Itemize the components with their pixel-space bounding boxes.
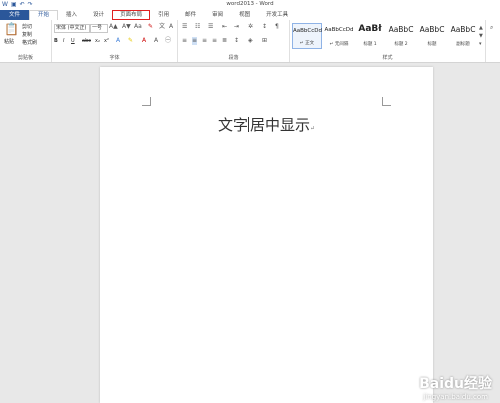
- style-name: 标题: [427, 42, 437, 47]
- margin-corner-top-right: [382, 97, 391, 106]
- paragraph-group-label: 段落: [228, 55, 239, 61]
- phonetic-icon[interactable]: 文: [159, 23, 165, 31]
- tab-insert[interactable]: 插入: [58, 10, 85, 20]
- change-case-icon[interactable]: Aa: [134, 23, 142, 31]
- subscript-button[interactable]: x₂: [95, 38, 100, 44]
- font-name-select[interactable]: 宋体 (中文正): [54, 24, 90, 33]
- tab-home[interactable]: 开始: [29, 10, 59, 20]
- enclose-char-icon[interactable]: ㊀: [165, 37, 171, 45]
- styles-group-label: 样式: [382, 55, 393, 61]
- document-page[interactable]: 文字 居中显示↵: [100, 67, 433, 403]
- styles-scroll-up-icon[interactable]: ▲: [479, 24, 483, 32]
- tab-page-layout[interactable]: 页面布局: [112, 10, 151, 20]
- tab-references[interactable]: 引用: [150, 10, 177, 20]
- editing-icon[interactable]: ⌕: [490, 24, 493, 32]
- style-preview: AaBbCcDd: [324, 27, 354, 33]
- show-marks-icon[interactable]: ¶: [275, 23, 279, 31]
- paste-button[interactable]: 粘贴: [4, 38, 14, 45]
- text-after-cursor: 居中显示: [249, 116, 310, 134]
- bold-button[interactable]: B: [54, 38, 58, 44]
- grow-font-icon[interactable]: A▲: [109, 23, 118, 31]
- chinese-layout-icon[interactable]: ✲: [248, 23, 253, 31]
- style-preview: AaBbC: [388, 25, 414, 34]
- tab-view[interactable]: 视图: [231, 10, 258, 20]
- bullets-icon[interactable]: ☰: [182, 23, 187, 31]
- sort-icon[interactable]: ↕: [262, 23, 267, 31]
- align-left-icon[interactable]: ≡: [182, 37, 187, 45]
- style-preview: AaBbC: [419, 25, 445, 34]
- line-spacing-icon[interactable]: ↕: [234, 37, 239, 45]
- shading-icon[interactable]: ◈: [248, 37, 253, 45]
- tab-review[interactable]: 审阅: [204, 10, 231, 20]
- style-no-spacing[interactable]: AaBbCcDd ↵ 无间隔: [324, 23, 354, 49]
- tab-mailings[interactable]: 邮件: [177, 10, 204, 20]
- increase-indent-icon[interactable]: ⇥: [234, 23, 239, 31]
- clipboard-group: 📋 粘贴 剪切 复制 格式刷 剪贴板: [0, 20, 52, 62]
- style-title[interactable]: AaBbC 标题: [417, 23, 447, 49]
- style-preview: AaBbC: [450, 25, 476, 34]
- numbering-icon[interactable]: ☷: [195, 23, 200, 31]
- paste-icon[interactable]: 📋: [4, 23, 19, 35]
- paragraph-group: ☰ ☷ ☰ ⇤ ⇥ ✲ ↕ ¶ ≡ ≡ ≡ ≡ ≣ ↕ ◈ ⊞ 段落: [178, 20, 290, 62]
- style-name: 副标题: [456, 42, 470, 47]
- char-shading-icon[interactable]: A: [154, 37, 158, 45]
- underline-button[interactable]: U: [71, 38, 75, 44]
- style-name: 标题 1: [363, 42, 377, 47]
- ribbon: 📋 粘贴 剪切 复制 格式刷 剪贴板 宋体 (中文正) 一号 A▲ A▼ Aa …: [0, 20, 500, 63]
- title-bar: W ▣ ↶ ↷ word2013 - Word: [0, 0, 500, 10]
- cut-button[interactable]: 剪切: [22, 23, 32, 30]
- document-text[interactable]: 文字 居中显示↵: [100, 114, 433, 135]
- tab-developer[interactable]: 开发工具: [258, 10, 296, 20]
- watermark-url: jingyan.baidu.com: [423, 393, 488, 401]
- style-name: ↵ 正文: [299, 41, 315, 46]
- decrease-indent-icon[interactable]: ⇤: [222, 23, 227, 31]
- distributed-icon[interactable]: ≣: [222, 37, 227, 45]
- window-title: word2013 - Word: [226, 1, 274, 7]
- font-group: 宋体 (中文正) 一号 A▲ A▼ Aa ✎ 文 A B I U abc x₂ …: [52, 20, 178, 62]
- ribbon-tabs: 文件 开始 插入 设计 页面布局 引用 邮件 审阅 视图 开发工具: [0, 10, 500, 20]
- watermark-logo: Baidu经验: [419, 376, 492, 392]
- text-before-cursor: 文字: [217, 116, 248, 134]
- copy-button[interactable]: 复制: [22, 31, 32, 38]
- font-color-icon[interactable]: A: [142, 37, 146, 45]
- tab-design[interactable]: 设计: [85, 10, 112, 20]
- justify-icon[interactable]: ≡: [212, 37, 217, 45]
- font-size-select[interactable]: 一号: [90, 24, 108, 33]
- style-normal[interactable]: AaBbCcDd ↵ 正文: [292, 23, 322, 49]
- style-preview: AaBbCcDd: [293, 28, 322, 34]
- paragraph-mark: ↵: [310, 125, 316, 132]
- style-heading-2[interactable]: AaBbC 标题 2: [386, 23, 416, 49]
- clear-format-icon[interactable]: ✎: [148, 23, 153, 31]
- styles-scroll-down-icon[interactable]: ▼: [479, 32, 483, 40]
- shrink-font-icon[interactable]: A▼: [122, 23, 131, 31]
- style-name: ↵ 无间隔: [329, 42, 349, 47]
- styles-more-icon[interactable]: ▾: [479, 40, 482, 48]
- style-subtitle[interactable]: AaBbC 副标题: [448, 23, 478, 49]
- tab-file[interactable]: 文件: [0, 10, 30, 20]
- borders-icon[interactable]: ⊞: [262, 37, 267, 45]
- multilevel-list-icon[interactable]: ☰: [208, 23, 213, 31]
- align-center-icon[interactable]: ≡: [192, 37, 198, 45]
- strikethrough-button[interactable]: abc: [82, 38, 91, 44]
- text-effects-icon[interactable]: A: [116, 37, 120, 45]
- style-name: 标题 2: [394, 42, 408, 47]
- margin-corner-top-left: [142, 97, 151, 106]
- style-heading-1[interactable]: AaBł 标题 1: [355, 23, 385, 49]
- italic-button[interactable]: I: [63, 38, 64, 44]
- char-border-icon[interactable]: A: [169, 23, 173, 31]
- font-group-label: 字体: [109, 55, 120, 61]
- format-painter-button[interactable]: 格式刷: [22, 39, 37, 46]
- align-right-icon[interactable]: ≡: [202, 37, 207, 45]
- style-preview: AaBł: [358, 24, 382, 34]
- superscript-button[interactable]: x²: [104, 38, 109, 44]
- clipboard-group-label: 剪贴板: [17, 55, 33, 61]
- styles-group: AaBbCcDd ↵ 正文 AaBbCcDd ↵ 无间隔 AaBł 标题 1 A…: [290, 20, 486, 62]
- highlight-icon[interactable]: ✎: [128, 37, 133, 45]
